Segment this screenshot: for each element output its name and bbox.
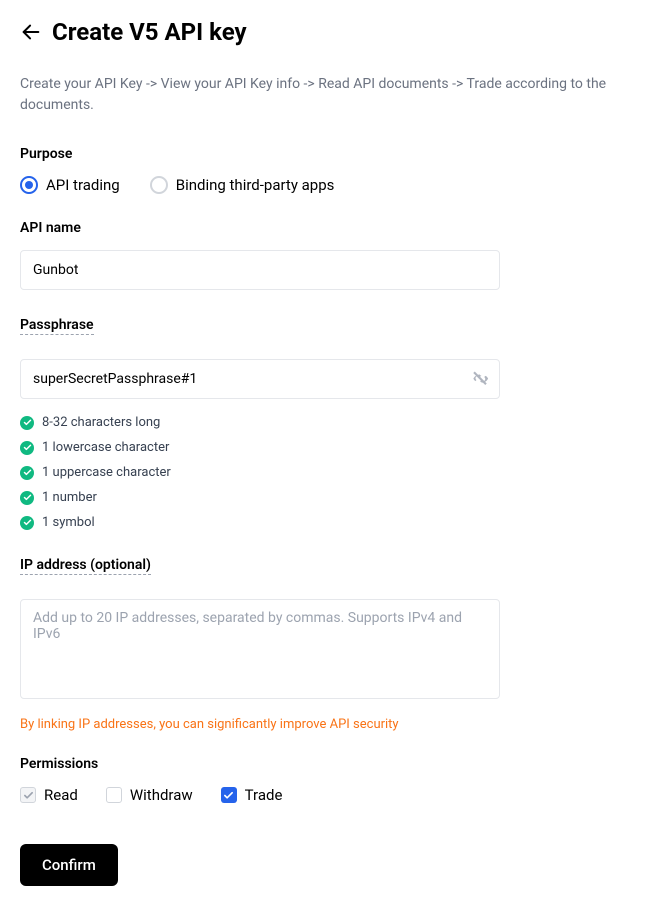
radio-label: Binding third-party apps [176, 176, 335, 194]
permission-withdraw-checkbox[interactable] [106, 787, 122, 803]
purpose-label: Purpose [20, 146, 643, 162]
passphrase-input[interactable] [21, 360, 471, 398]
purpose-option-api-trading[interactable]: API trading [20, 176, 120, 194]
eye-off-icon[interactable] [471, 370, 489, 388]
permission-label: Trade [245, 786, 283, 804]
permission-label: Read [44, 786, 78, 804]
rule-text: 1 uppercase character [42, 465, 171, 480]
passphrase-label: Passphrase [20, 317, 94, 335]
check-icon [20, 441, 34, 455]
back-arrow-icon[interactable] [20, 21, 42, 43]
radio-selected-icon [20, 176, 38, 194]
passphrase-rule: 8-32 characters long [20, 415, 643, 430]
passphrase-rule: 1 number [20, 490, 643, 505]
api-name-input[interactable] [20, 250, 500, 290]
page-subtitle: Create your API Key -> View your API Key… [20, 74, 640, 116]
confirm-button[interactable]: Confirm [20, 844, 118, 886]
passphrase-rule: 1 lowercase character [20, 440, 643, 455]
ip-security-note: By linking IP addresses, you can signifi… [20, 717, 643, 732]
passphrase-rule: 1 uppercase character [20, 465, 643, 480]
check-circle-icon [20, 491, 34, 505]
check-circle-icon [20, 516, 34, 530]
rule-text: 1 lowercase character [42, 440, 169, 455]
rule-text: 8-32 characters long [42, 415, 160, 430]
check-circle-icon [20, 466, 34, 480]
radio-unselected-icon [150, 176, 168, 194]
permission-read-checkbox [20, 787, 36, 803]
page-title: Create V5 API key [52, 18, 247, 46]
radio-label: API trading [46, 176, 120, 194]
passphrase-rule: 1 symbol [20, 515, 643, 530]
permissions-label: Permissions [20, 756, 643, 772]
ip-label: IP address (optional) [20, 557, 151, 575]
rule-text: 1 symbol [42, 515, 95, 530]
permission-label: Withdraw [130, 786, 193, 804]
rule-text: 1 number [42, 490, 97, 505]
api-name-label: API name [20, 220, 643, 236]
check-icon [20, 416, 34, 430]
permission-trade-checkbox[interactable] [221, 787, 237, 803]
purpose-option-third-party[interactable]: Binding third-party apps [150, 176, 335, 194]
ip-address-input[interactable] [20, 599, 500, 699]
